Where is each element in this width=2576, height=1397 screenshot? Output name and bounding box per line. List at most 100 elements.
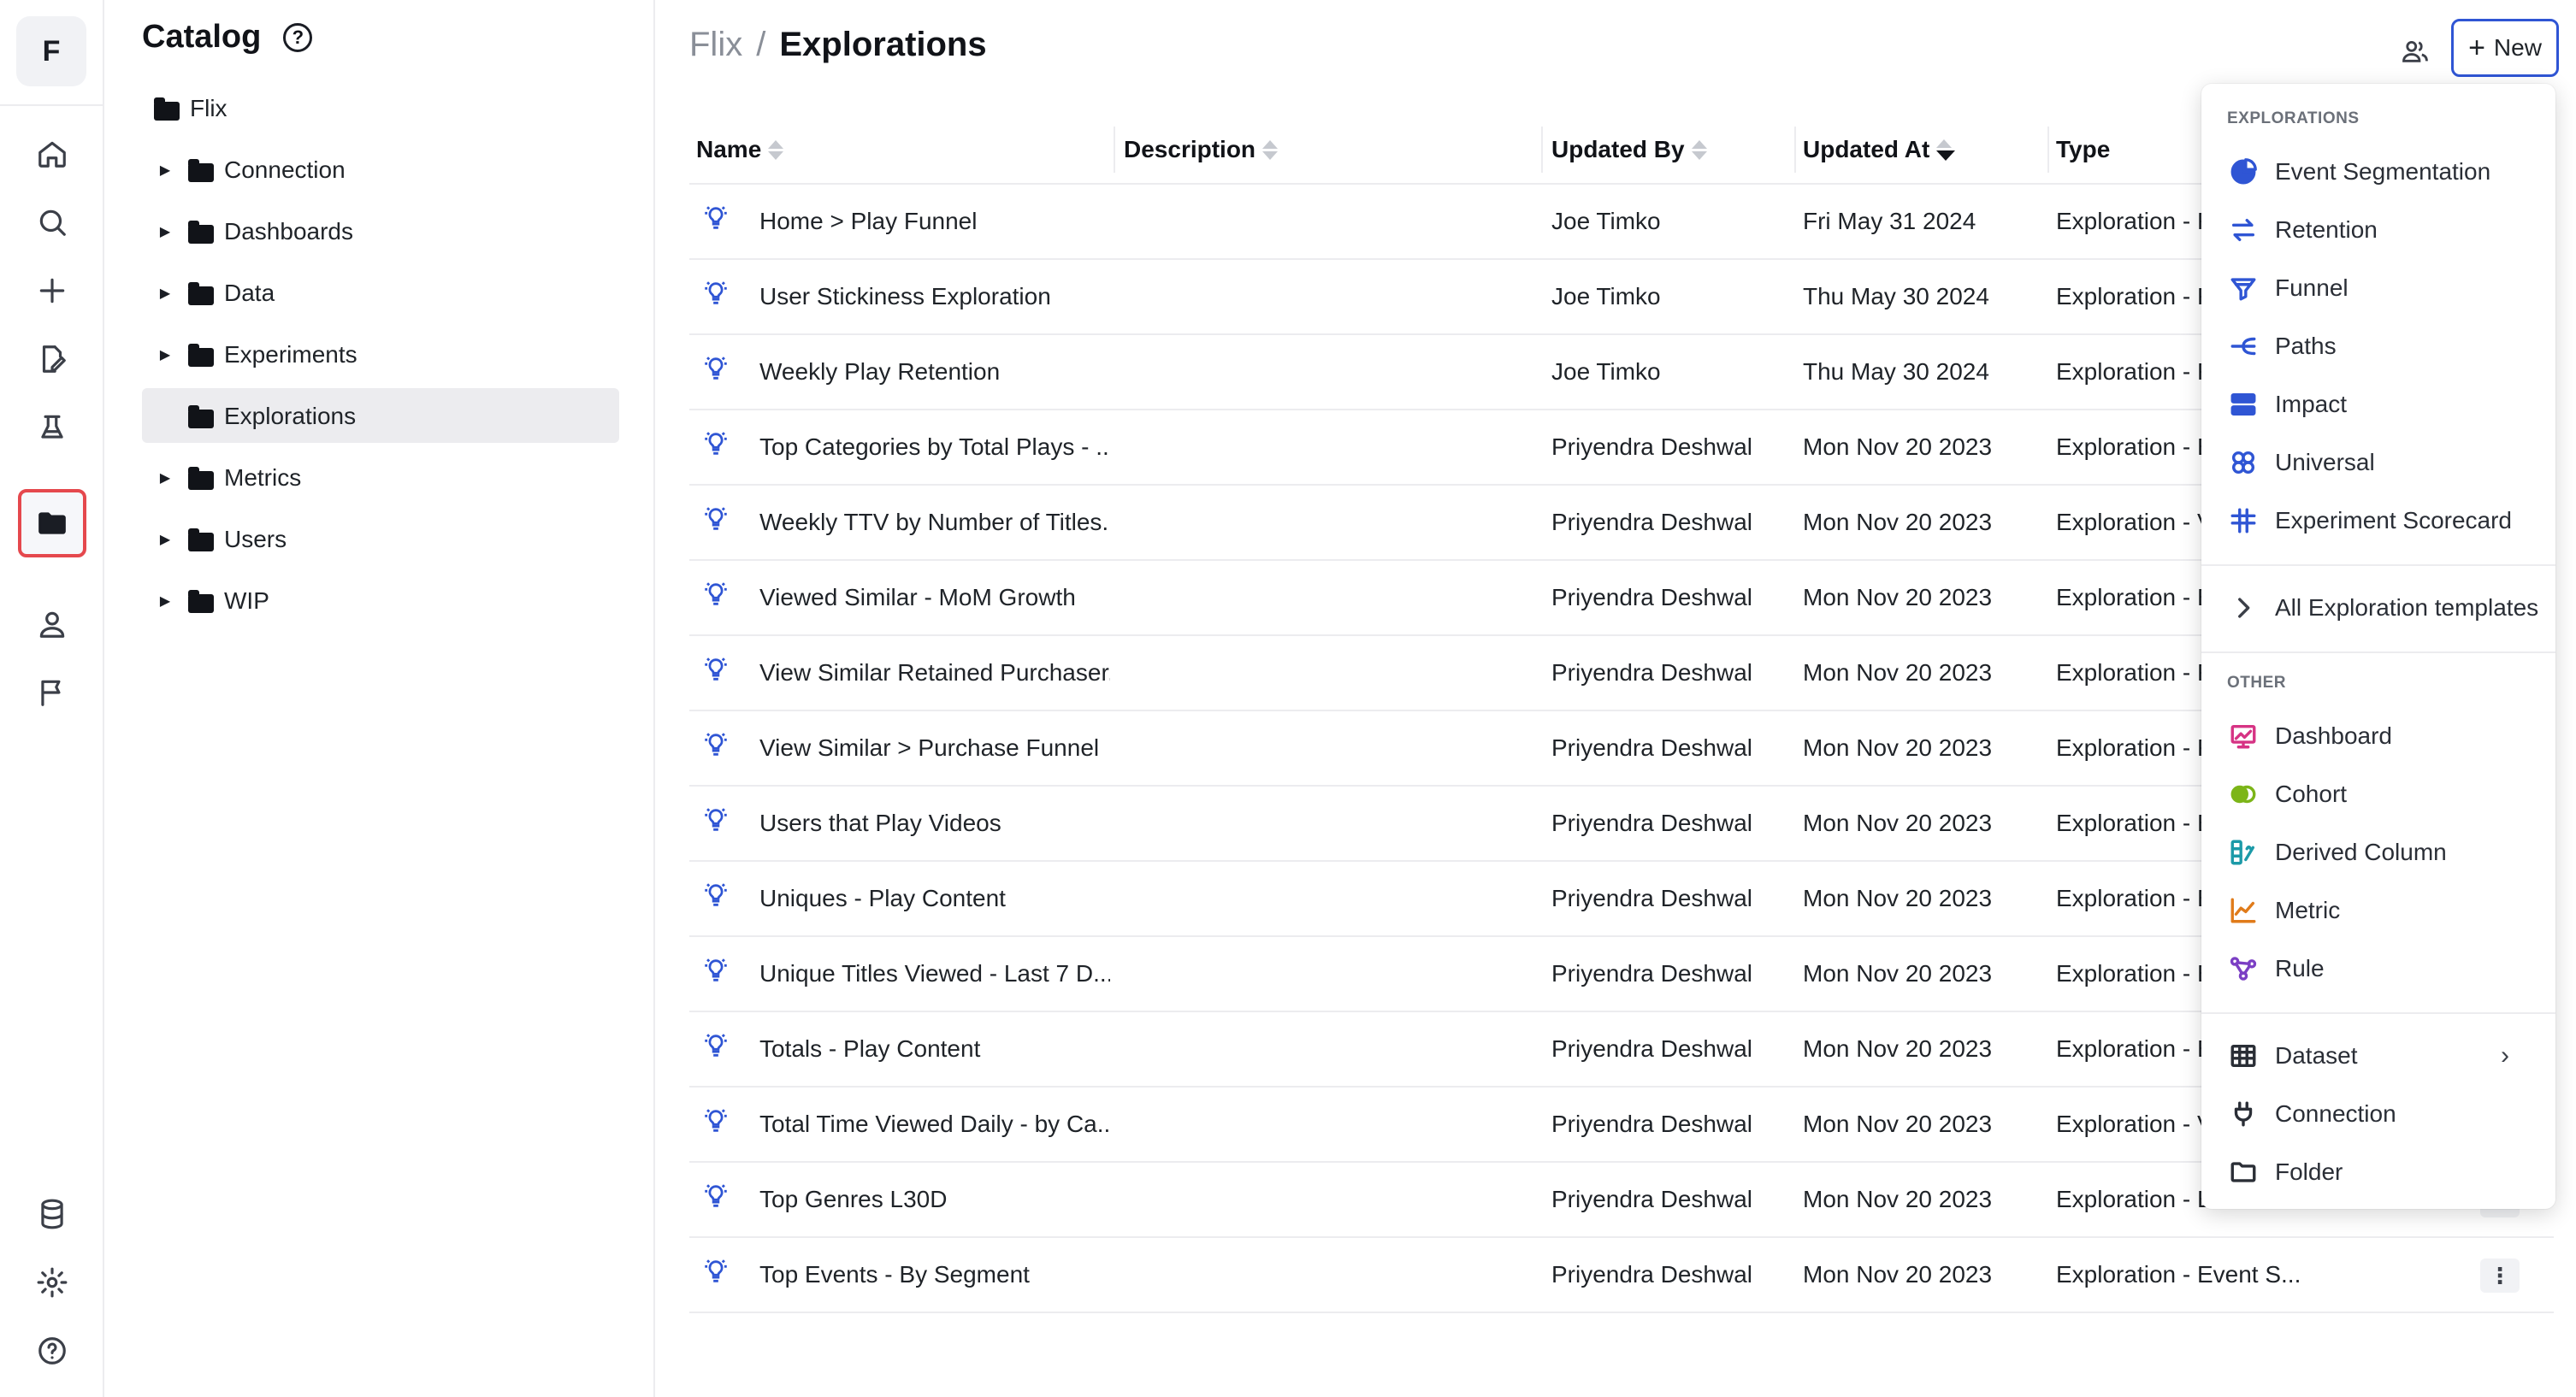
- caret-right-icon[interactable]: ▶: [152, 162, 178, 179]
- caret-right-icon[interactable]: ▶: [152, 531, 178, 548]
- caret-right-icon[interactable]: ▶: [152, 469, 178, 486]
- experiments-flask-icon[interactable]: [18, 393, 86, 462]
- plus-icon: +: [2468, 32, 2485, 64]
- cell-name[interactable]: Home > Play Funnel: [759, 185, 1110, 258]
- cell-updated-at: Mon Nov 20 2023: [1803, 885, 1993, 911]
- cell-description: [1124, 486, 1534, 559]
- cell-description: [1124, 1012, 1534, 1086]
- user-icon[interactable]: [18, 590, 86, 658]
- breadcrumb-parent-link[interactable]: Flix: [689, 26, 742, 64]
- cell-name[interactable]: Weekly Play Retention: [759, 335, 1110, 409]
- database-icon[interactable]: [18, 1180, 86, 1248]
- edit-document-icon[interactable]: [18, 325, 86, 393]
- row-actions-kebab-icon[interactable]: ⋮: [2480, 1258, 2520, 1293]
- exploration-bulb-icon: [701, 429, 730, 458]
- menu-item-paths[interactable]: Paths: [2213, 320, 2544, 373]
- tree-item-explorations[interactable]: Explorations: [152, 390, 356, 443]
- caret-right-icon[interactable]: ▶: [152, 285, 178, 302]
- cell-name[interactable]: View Similar > Purchase Funnel: [759, 711, 1110, 785]
- page-title: Explorations: [779, 26, 987, 63]
- paths-icon: [2227, 330, 2260, 363]
- menu-item-folder[interactable]: Folder: [2213, 1146, 2544, 1199]
- menu-item-experiment-scorecard[interactable]: Experiment Scorecard: [2213, 494, 2544, 547]
- column-header-name[interactable]: Name: [696, 115, 784, 185]
- cell-name[interactable]: Weekly TTV by Number of Titles...: [759, 486, 1110, 559]
- cell-name[interactable]: Top Categories by Total Plays - ...: [759, 410, 1110, 484]
- tree-label: Connection: [224, 156, 346, 183]
- cell-name[interactable]: Users that Play Videos: [759, 787, 1110, 860]
- column-label: Description: [1124, 136, 1256, 162]
- cell-name[interactable]: Uniques - Play Content: [759, 862, 1110, 935]
- caret-right-icon[interactable]: ▶: [152, 223, 178, 240]
- workspace-logo[interactable]: F: [16, 16, 86, 86]
- tree-item-wip[interactable]: ▶ WIP: [152, 575, 269, 628]
- menu-item-dashboard[interactable]: Dashboard: [2213, 710, 2544, 763]
- cell-updated-at: Mon Nov 20 2023: [1803, 509, 1993, 535]
- plus-icon[interactable]: [18, 256, 86, 325]
- column-header-description[interactable]: Description: [1124, 115, 1279, 185]
- tree-item-users[interactable]: ▶ Users: [152, 513, 287, 566]
- column-divider: [1114, 127, 1115, 173]
- menu-item-label: Event Segmentation: [2275, 158, 2491, 185]
- menu-item-event-segmentation[interactable]: Event Segmentation: [2213, 145, 2544, 198]
- cell-updated-at: Fri May 31 2024: [1803, 208, 1976, 234]
- cell-name[interactable]: User Stickiness Exploration: [759, 260, 1110, 333]
- sort-icon[interactable]: [1691, 139, 1707, 160]
- menu-item-dataset[interactable]: Dataset ›: [2213, 1029, 2544, 1082]
- cell-name[interactable]: View Similar Retained Purchaser...: [759, 636, 1110, 710]
- folder-icon[interactable]: [18, 489, 86, 557]
- cell-type: Exploration - Event S...: [2056, 1261, 2301, 1288]
- sort-icon[interactable]: [768, 139, 784, 160]
- cell-name[interactable]: Top Genres L30D: [759, 1163, 1110, 1236]
- caret-right-icon[interactable]: ▶: [152, 592, 178, 610]
- home-icon[interactable]: [18, 120, 86, 188]
- menu-item-rule[interactable]: Rule: [2213, 942, 2544, 995]
- funnel-icon: [2227, 272, 2260, 304]
- column-header-updated-at[interactable]: Updated At: [1803, 115, 1956, 185]
- column-header-updated-by[interactable]: Updated By: [1551, 115, 1707, 185]
- caret-right-icon[interactable]: ▶: [152, 346, 178, 363]
- table-row[interactable]: Top Events - By Segment Priyendra Deshwal…: [689, 1238, 2554, 1313]
- menu-item-impact[interactable]: Impact: [2213, 378, 2544, 431]
- cell-updated-at: Mon Nov 20 2023: [1803, 960, 1993, 987]
- cell-name[interactable]: Totals - Play Content: [759, 1012, 1110, 1086]
- menu-item-all-templates[interactable]: All Exploration templates: [2213, 581, 2544, 634]
- exploration-bulb-icon: [701, 354, 730, 383]
- cell-updated-at: Mon Nov 20 2023: [1803, 659, 1993, 686]
- cell-description: [1124, 636, 1534, 710]
- sort-desc-icon[interactable]: [1936, 139, 1956, 161]
- menu-item-connection[interactable]: Connection: [2213, 1088, 2544, 1141]
- menu-item-label: Dataset: [2275, 1042, 2358, 1069]
- menu-item-label: Paths: [2275, 333, 2337, 359]
- menu-item-label: Universal: [2275, 449, 2375, 475]
- tree-item-experiments[interactable]: ▶ Experiments: [152, 328, 357, 381]
- tree-item-metrics[interactable]: ▶ Metrics: [152, 451, 301, 504]
- menu-item-universal[interactable]: Universal: [2213, 436, 2544, 489]
- cell-name[interactable]: Unique Titles Viewed - Last 7 D...: [759, 937, 1110, 1011]
- tree-root-flix[interactable]: Flix: [154, 82, 227, 135]
- scorecard-icon: [2227, 504, 2260, 537]
- column-header-type[interactable]: Type: [2056, 115, 2110, 185]
- menu-item-cohort[interactable]: Cohort: [2213, 768, 2544, 821]
- settings-gear-icon[interactable]: [18, 1248, 86, 1317]
- catalog-help-icon[interactable]: ?: [283, 22, 313, 52]
- menu-item-derived-column[interactable]: Derived Column: [2213, 826, 2544, 879]
- menu-item-metric[interactable]: Metric: [2213, 884, 2544, 937]
- tree-item-connection[interactable]: ▶ Connection: [152, 144, 346, 197]
- sort-icon[interactable]: [1262, 139, 1279, 160]
- menu-item-retention[interactable]: Retention: [2213, 203, 2544, 256]
- cell-name[interactable]: Total Time Viewed Daily - by Ca...: [759, 1088, 1110, 1161]
- dashboard-icon: [2227, 720, 2260, 752]
- cell-updated-at: Thu May 30 2024: [1803, 358, 1989, 385]
- tree-label: Explorations: [224, 403, 357, 429]
- tree-item-data[interactable]: ▶ Data: [152, 267, 275, 320]
- help-icon[interactable]: [18, 1317, 86, 1385]
- cell-name[interactable]: Top Events - By Segment: [759, 1238, 1110, 1312]
- share-users-icon[interactable]: [2396, 32, 2434, 70]
- menu-item-funnel[interactable]: Funnel: [2213, 262, 2544, 315]
- search-icon[interactable]: [18, 188, 86, 256]
- cell-name[interactable]: Viewed Similar - MoM Growth: [759, 561, 1110, 634]
- tree-item-dashboards[interactable]: ▶ Dashboards: [152, 205, 353, 258]
- flag-icon[interactable]: [18, 658, 86, 727]
- new-button[interactable]: + New: [2451, 19, 2559, 77]
